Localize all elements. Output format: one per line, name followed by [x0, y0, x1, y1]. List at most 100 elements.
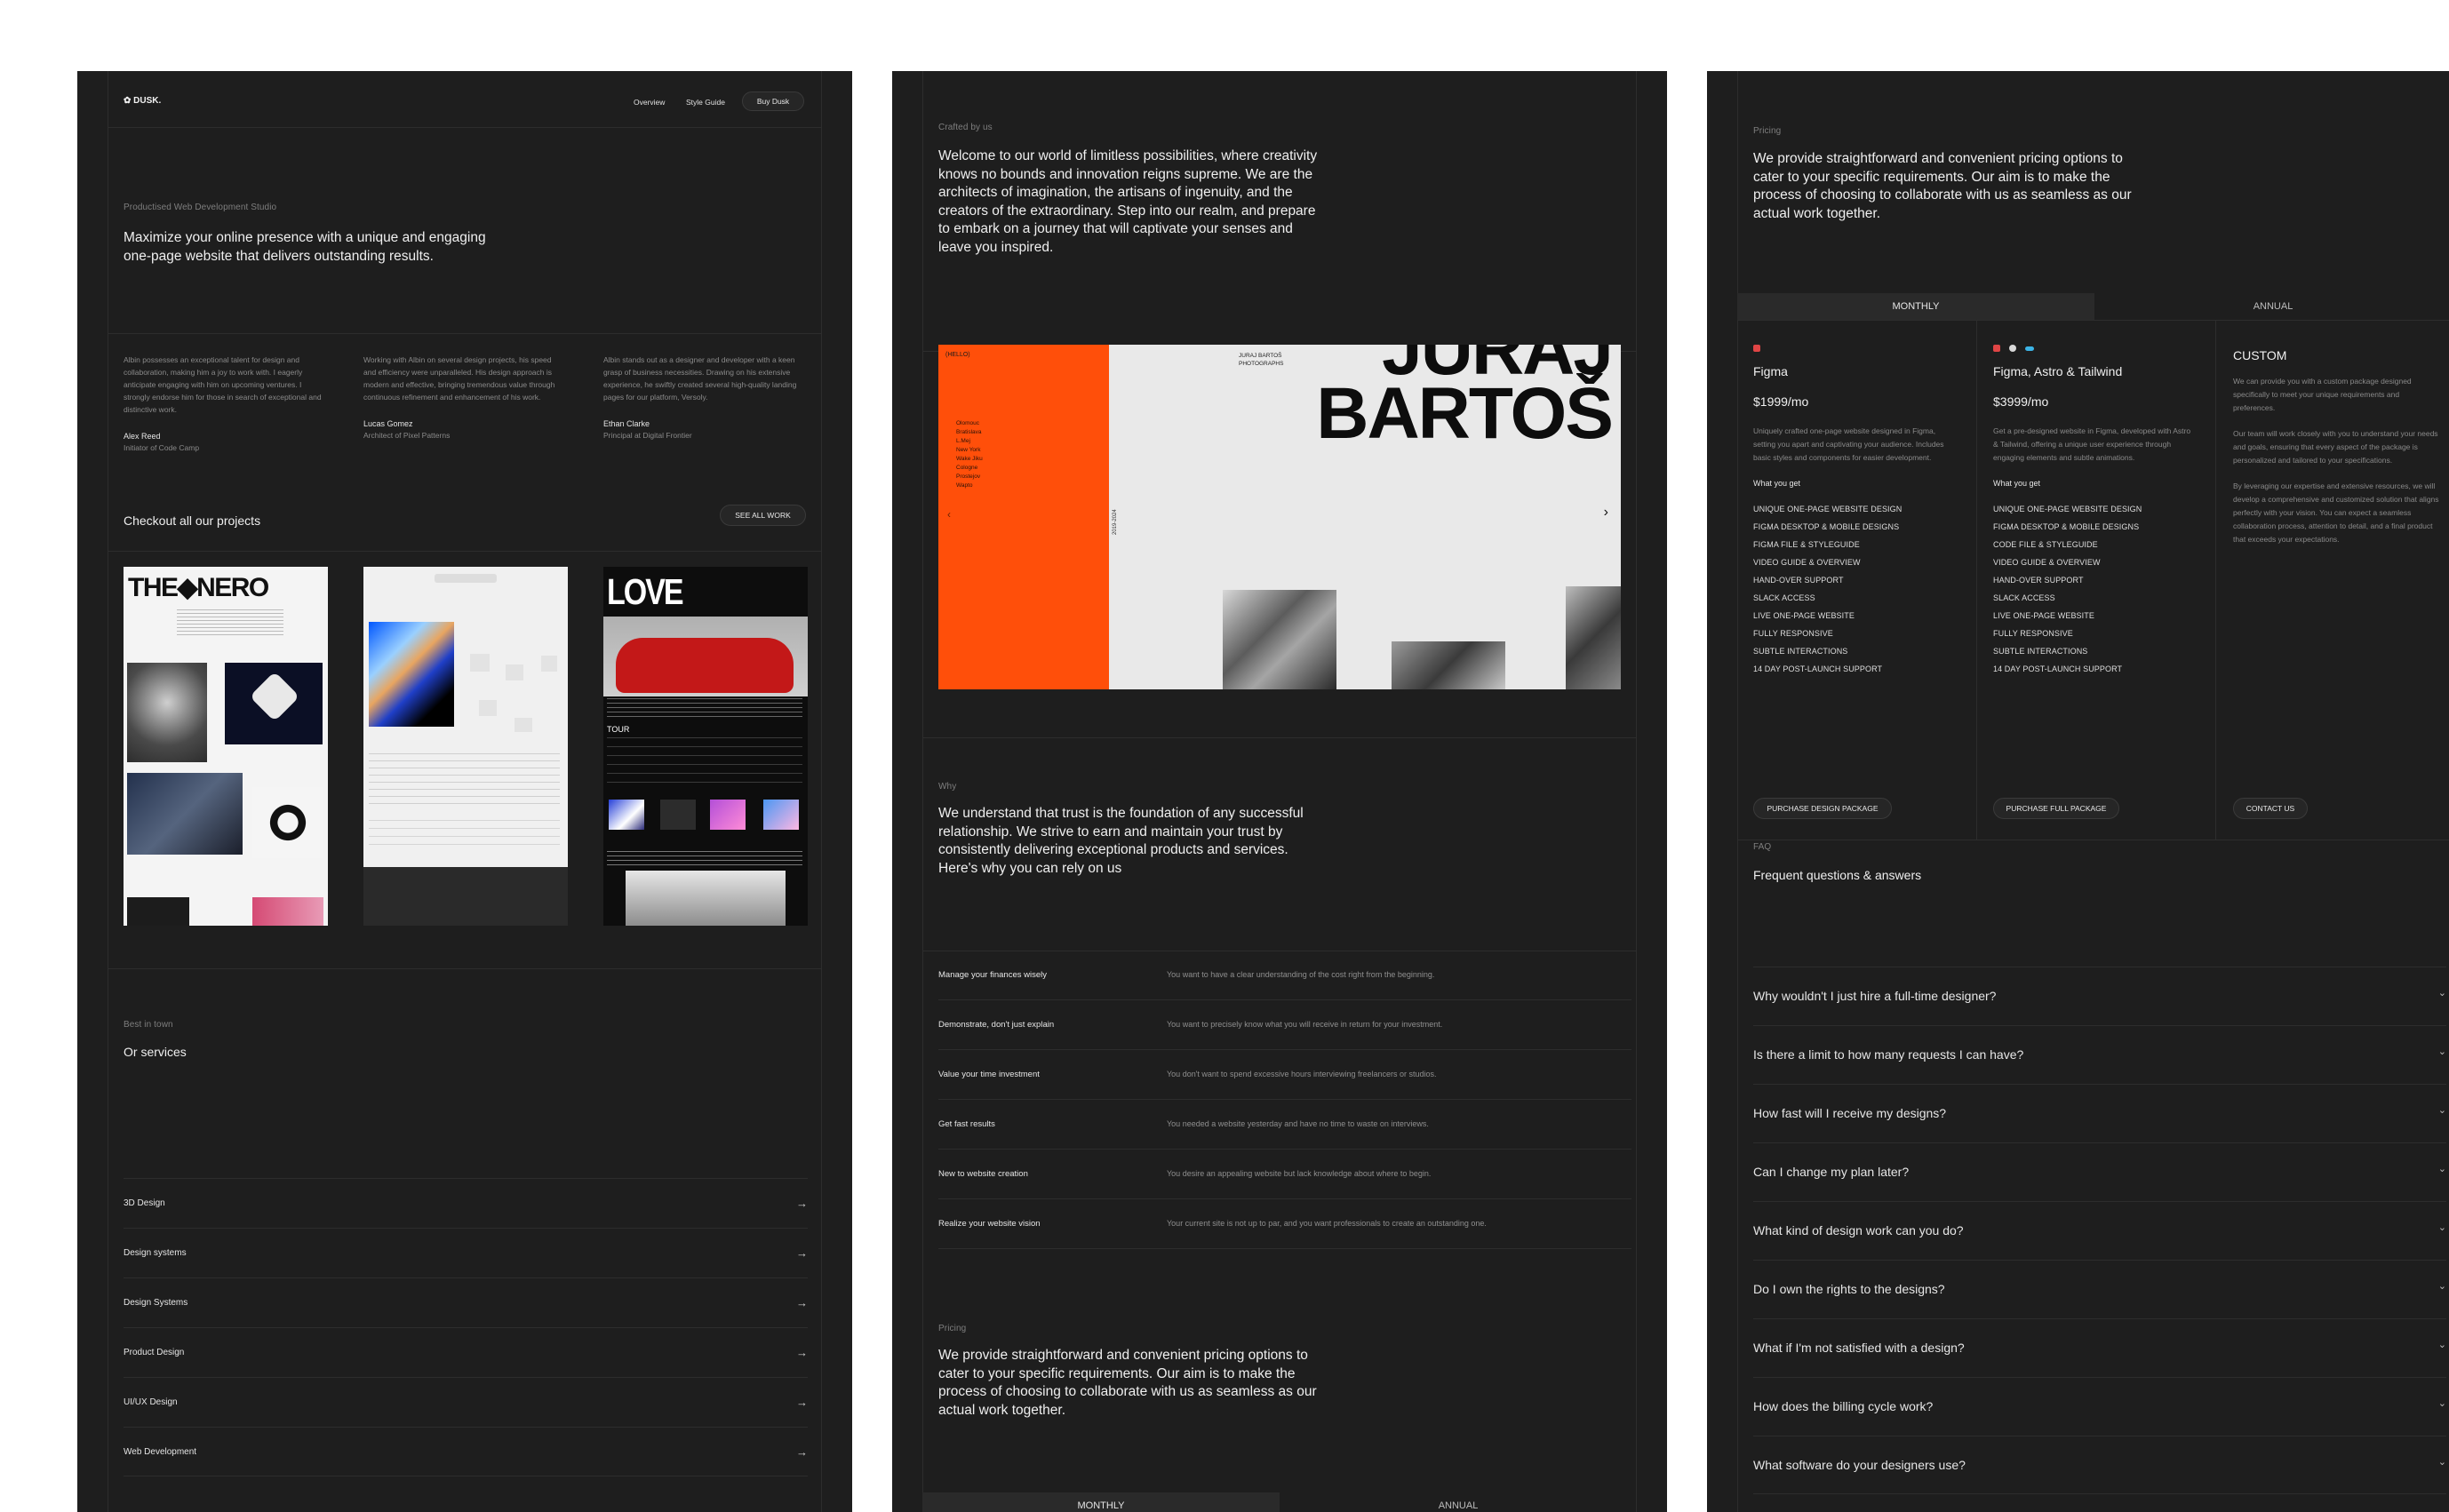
faq-item[interactable]: What software do your designers use? ⌄	[1753, 1436, 2446, 1494]
faq-question: How fast will I receive my designs?	[1753, 1106, 1947, 1120]
showcase-photo	[1223, 590, 1336, 689]
service-name: Design Systems	[124, 1298, 188, 1308]
what-you-get: What you get	[1753, 479, 1801, 488]
tech-icons	[1993, 345, 2198, 352]
purchase-full-package-button[interactable]: PURCHASE FULL PACKAGE	[1993, 798, 2119, 819]
why-desc: You want to have a clear understanding o…	[1167, 970, 1435, 979]
testimonial: Working with Albin on several design pro…	[363, 354, 566, 440]
nav-style-guide[interactable]: Style Guide	[686, 98, 725, 107]
testimonial-quote: Albin stands out as a designer and devel…	[603, 355, 797, 402]
buy-dusk-button[interactable]: Buy Dusk	[742, 92, 804, 111]
tab-annual[interactable]: ANNUAL	[1280, 1492, 1637, 1512]
tab-annual[interactable]: ANNUAL	[2094, 293, 2449, 320]
why-row: New to website creation You desire an app…	[938, 1150, 1631, 1199]
plan-price: $1999/mo	[1753, 394, 1809, 409]
chevron-down-icon: ⌄	[2437, 1046, 2446, 1057]
what-you-get: What you get	[1993, 479, 2041, 488]
services-heading: Or services	[124, 1045, 187, 1059]
carousel-next-icon[interactable]: ›	[1604, 505, 1608, 521]
plan-price: $3999/mo	[1993, 394, 2049, 409]
pricing-label: Pricing	[1753, 126, 1782, 136]
plan-desc: We can provide you with a custom package…	[2233, 377, 2412, 412]
nav-overview[interactable]: Overview	[634, 98, 665, 107]
faq-item[interactable]: Is there a limit to how many requests I …	[1753, 1025, 2446, 1084]
purchase-design-package-button[interactable]: PURCHASE DESIGN PACKAGE	[1753, 798, 1892, 819]
services-label: Best in town	[124, 1020, 173, 1030]
testimonial-name: Alex Reed	[124, 432, 161, 441]
chevron-down-icon: ⌄	[2437, 1105, 2446, 1116]
faq-item[interactable]: What if I'm not satisfied with a design?…	[1753, 1318, 2446, 1377]
why-desc: You don't want to spend excessive hours …	[1167, 1070, 1437, 1078]
pricing-label: Pricing	[938, 1324, 967, 1333]
testimonial-role: Principal at Digital Frontier	[603, 431, 692, 440]
testimonial-quote: Albin possesses an exceptional talent fo…	[124, 355, 322, 414]
service-row[interactable]: UI/UX Design →	[124, 1377, 808, 1427]
see-all-work-button[interactable]: SEE ALL WORK	[720, 505, 806, 526]
faq-question: How does the billing cycle work?	[1753, 1399, 1934, 1413]
faq-item[interactable]: How fast will I receive my designs? ⌄	[1753, 1084, 2446, 1142]
hello-label: (HELLO)	[945, 352, 970, 358]
tour-label: TOUR	[607, 725, 630, 734]
arrow-right-icon: →	[796, 1197, 808, 1210]
logo[interactable]: ✿ DUSK.	[124, 96, 161, 106]
plan-card-figma: Figma $1999/mo Uniquely crafted one-page…	[1753, 345, 1958, 678]
faq-item[interactable]: Do I own the rights to the designs? ⌄	[1753, 1260, 2446, 1318]
faq-item[interactable]: Can I change my plan later? ⌄	[1753, 1142, 2446, 1201]
why-desc: Your current site is not up to par, and …	[1167, 1219, 1487, 1228]
plan-desc: Our team will work closely with you to u…	[2233, 429, 2438, 465]
faq-item[interactable]: Why wouldn't I just hire a full-time des…	[1753, 967, 2446, 1025]
chevron-down-icon: ⌄	[2437, 988, 2446, 999]
why-title: Demonstrate, don't just explain	[938, 1020, 1055, 1030]
astro-icon	[2009, 345, 2016, 352]
contact-us-button[interactable]: CONTACT US	[2233, 798, 2308, 819]
service-row[interactable]: 3D Design →	[124, 1178, 808, 1228]
chevron-down-icon: ⌄	[2437, 1222, 2446, 1233]
pricing-text: We provide straightforward and convenien…	[1753, 151, 2132, 221]
feature-list: UNIQUE ONE-PAGE WEBSITE DESIGN FIGMA DESK…	[1753, 505, 1903, 673]
faq-item[interactable]: How does the billing cycle work? ⌄	[1753, 1377, 2446, 1436]
carousel-prev-icon[interactable]: ‹	[947, 508, 951, 521]
faq-question: What if I'm not satisfied with a design?	[1753, 1341, 1965, 1355]
testimonial-quote: Working with Albin on several design pro…	[363, 355, 555, 402]
chevron-down-icon: ⌄	[2437, 1164, 2446, 1174]
figma-icon	[1993, 345, 2000, 352]
project-thumbnail-love-machine[interactable]: LOVE MACHINE TOUR	[603, 567, 808, 926]
plan-desc: Uniquely crafted one-page website design…	[1753, 426, 1944, 462]
service-name: 3D Design	[124, 1198, 165, 1208]
arrow-right-icon: →	[796, 1246, 808, 1260]
crafted-text: Welcome to our world of limitless possib…	[938, 148, 1318, 255]
service-row[interactable]: Product Design →	[124, 1327, 808, 1377]
project-thumbnail-nero[interactable]: THE◆NERO	[124, 567, 328, 926]
faq-item[interactable]: What kind of design work can you do? ⌄	[1753, 1201, 2446, 1260]
tab-monthly[interactable]: MONTHLY	[1737, 293, 2094, 320]
figma-icon	[1753, 345, 1760, 352]
service-row[interactable]: Design systems →	[124, 1228, 808, 1277]
hero-label: Productised Web Development Studio	[124, 203, 277, 212]
arrow-right-icon: →	[796, 1396, 808, 1409]
plan-card-full: Figma, Astro & Tailwind $3999/mo Get a p…	[1993, 345, 2198, 678]
showcase-image[interactable]: (HELLO) Olomouc Bratislava L.Mej New York Wa…	[938, 345, 1621, 689]
service-row[interactable]: Design Systems →	[124, 1277, 808, 1327]
testimonial-role: Initiator of Code Camp	[124, 443, 200, 452]
faq-question: What kind of design work can you do?	[1753, 1223, 1964, 1237]
service-row[interactable]: Web Development →	[124, 1427, 808, 1476]
why-row: Realize your website vision Your current …	[938, 1199, 1631, 1249]
project-title: THE◆NERO	[128, 573, 269, 602]
tab-monthly[interactable]: MONTHLY	[922, 1492, 1280, 1512]
testimonial-role: Architect of Pixel Patterns	[363, 431, 451, 440]
tailwind-icon	[2025, 346, 2034, 351]
pricing-text: We provide straightforward and convenien…	[938, 1348, 1317, 1418]
about-panel: Crafted by us Welcome to our world of li…	[892, 71, 1667, 1512]
why-desc: You desire an appealing website but lack…	[1167, 1169, 1432, 1178]
arrow-right-icon: →	[796, 1346, 808, 1359]
project-thumbnail-studio[interactable]	[363, 567, 568, 926]
service-name: UI/UX Design	[124, 1397, 178, 1407]
why-row: Demonstrate, don't just explain You want …	[938, 1000, 1631, 1050]
chevron-down-icon: ⌄	[2437, 1398, 2446, 1409]
year-range: 2019-2024	[1113, 509, 1118, 535]
faq-question: Why wouldn't I just hire a full-time des…	[1753, 989, 1997, 1003]
plan-name: Figma, Astro & Tailwind	[1993, 364, 2123, 378]
testimonial-name: Lucas Gomez	[363, 419, 413, 428]
faq-question: What software do your designers use?	[1753, 1458, 1966, 1472]
faq-label: FAQ	[1753, 842, 1772, 852]
